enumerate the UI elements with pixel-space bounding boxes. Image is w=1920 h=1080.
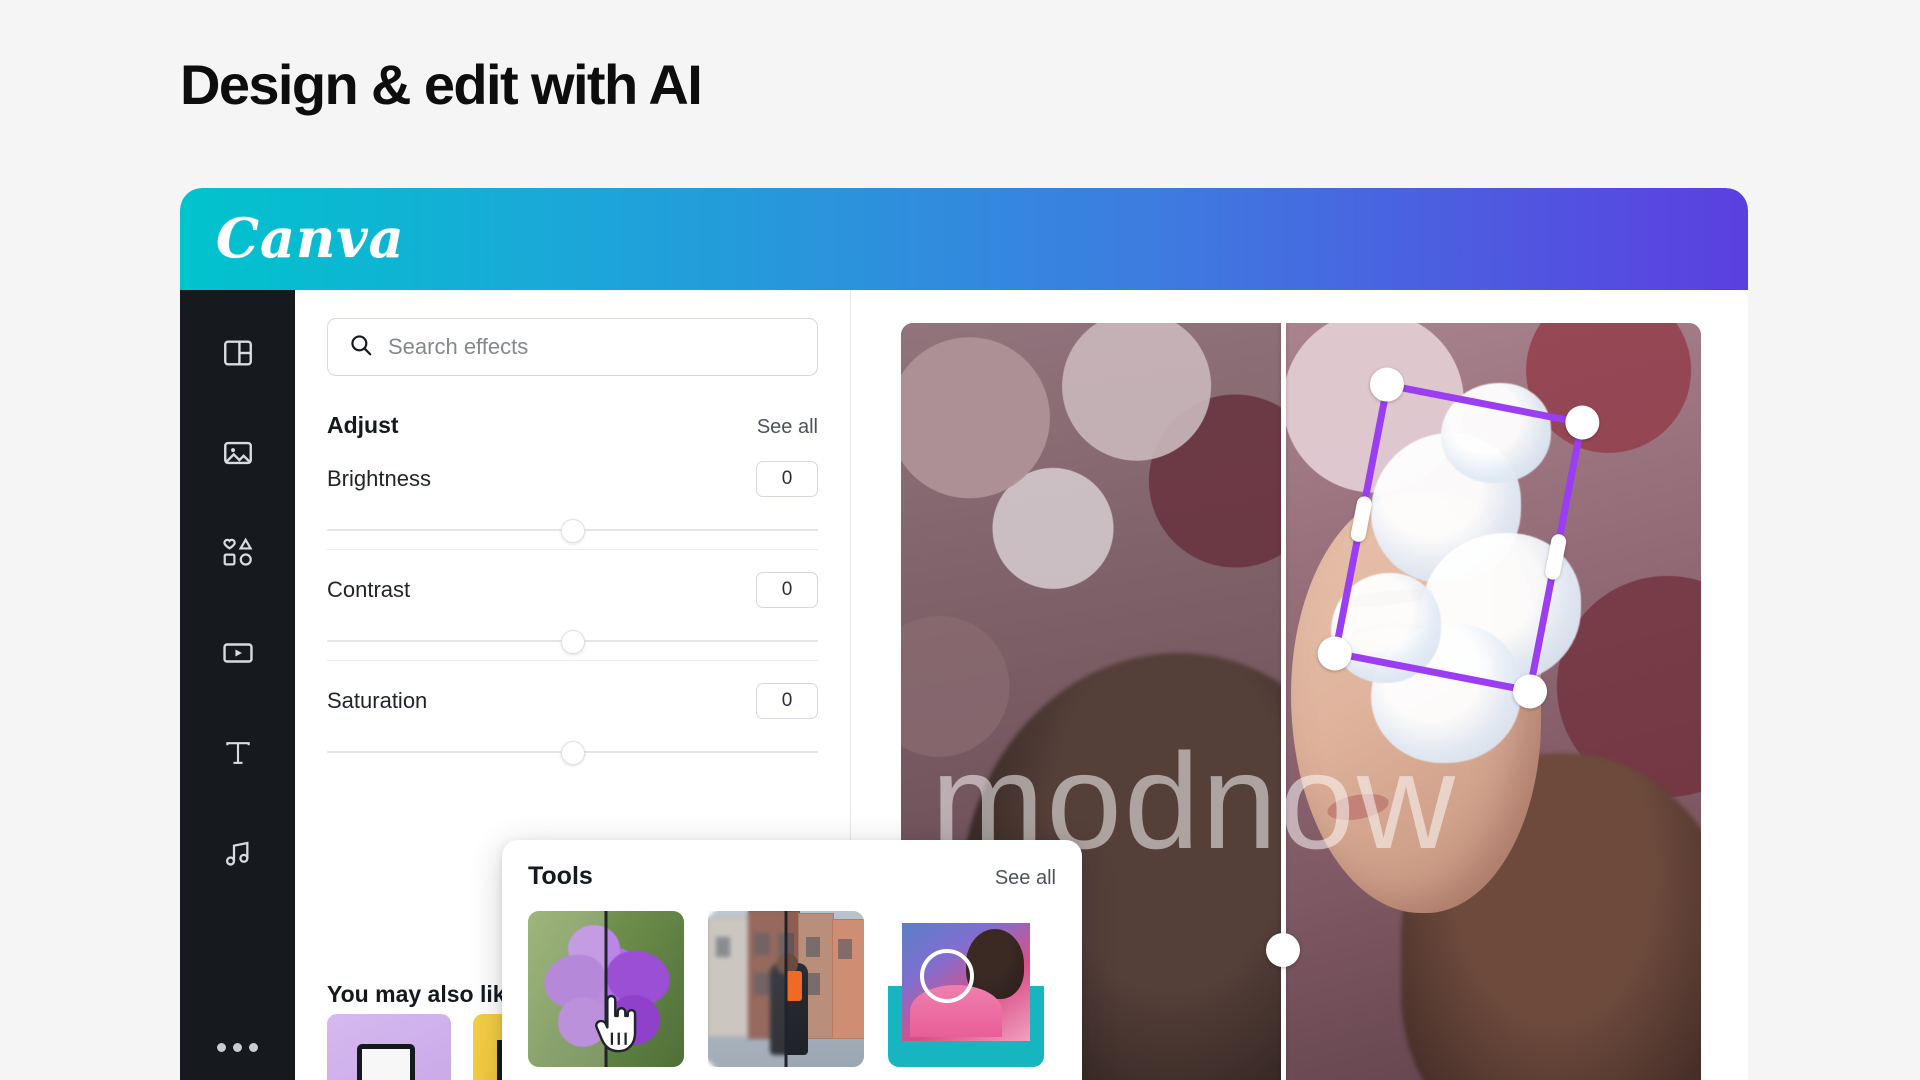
- shapes-elements-icon: [220, 535, 256, 571]
- image-icon: [221, 436, 255, 470]
- brightness-label: Brightness: [327, 466, 431, 491]
- adjust-row-brightness: Brightness 0: [327, 461, 818, 543]
- canva-logo: Canva: [216, 206, 405, 270]
- sidebar-item-photos[interactable]: [207, 422, 269, 484]
- blur-ring-icon: [920, 949, 974, 1003]
- saturation-label: Saturation: [327, 688, 428, 713]
- tools-grid: Auto Enhance: [528, 911, 1056, 1080]
- saturation-slider[interactable]: [327, 741, 818, 765]
- you-may-also-like-title: You may also like: [327, 981, 519, 1007]
- brightness-value[interactable]: 0: [756, 461, 818, 497]
- canva-app-window: Canva Search effects Adjust See all Brig…: [180, 188, 1748, 1080]
- design-templates-icon: [221, 336, 255, 370]
- slider-knob[interactable]: [560, 630, 585, 654]
- search-effects-box[interactable]: [327, 318, 818, 376]
- tools-popup-card: Tools See all: [502, 840, 1082, 1080]
- street-person-split-thumb[interactable]: [708, 911, 864, 1067]
- contrast-label: Contrast: [327, 577, 411, 602]
- slider-knob[interactable]: [560, 741, 585, 765]
- screen-root: Design & edit with AI Canva Search effec…: [0, 0, 1920, 1080]
- slider-knob[interactable]: [560, 519, 585, 543]
- tool-auto-focus[interactable]: Auto Focus: [708, 911, 864, 1080]
- page-title: Design & edit with AI: [180, 53, 703, 116]
- flower-split-thumb[interactable]: [528, 911, 684, 1067]
- adjust-row-saturation: Saturation 0: [327, 683, 818, 765]
- lavender-card-thumb[interactable]: [327, 1014, 451, 1080]
- adjust-title: Adjust: [327, 412, 399, 438]
- adjust-row-contrast: Contrast 0: [327, 572, 818, 654]
- text-icon: [222, 737, 254, 769]
- tool-blur[interactable]: Blur: [888, 911, 1044, 1080]
- panel-divider: [327, 660, 818, 661]
- tool-auto-enhance[interactable]: Auto Enhance: [528, 911, 684, 1080]
- contrast-slider[interactable]: [327, 630, 818, 654]
- hand-cursor-icon: [590, 987, 646, 1057]
- tools-title: Tools: [528, 862, 593, 890]
- music-note-icon: [222, 837, 254, 869]
- blur-ring-thumb[interactable]: [888, 911, 1044, 1067]
- before-after-divider-handle[interactable]: [1266, 933, 1300, 967]
- app-topbar: Canva: [180, 188, 1748, 290]
- tools-see-all-link[interactable]: See all: [995, 867, 1056, 890]
- panel-divider: [327, 549, 818, 550]
- video-play-icon: [221, 636, 255, 670]
- sidebar-item-audio[interactable]: [207, 822, 269, 884]
- contrast-value[interactable]: 0: [756, 572, 818, 608]
- sidebar-item-text[interactable]: [207, 722, 269, 784]
- more-ellipsis-icon[interactable]: [217, 1043, 258, 1052]
- sidebar-item-design[interactable]: [207, 322, 269, 384]
- brightness-slider[interactable]: [327, 519, 818, 543]
- search-icon: [348, 332, 374, 363]
- saturation-value[interactable]: 0: [756, 683, 818, 719]
- search-input[interactable]: [388, 334, 764, 360]
- tools-card-header: Tools See all: [528, 862, 1056, 891]
- adjust-see-all-link[interactable]: See all: [757, 416, 818, 439]
- left-sidebar: [180, 290, 295, 1080]
- sidebar-item-video[interactable]: [207, 622, 269, 684]
- sidebar-item-elements[interactable]: [207, 522, 269, 584]
- adjust-section-header: Adjust See all: [327, 412, 818, 439]
